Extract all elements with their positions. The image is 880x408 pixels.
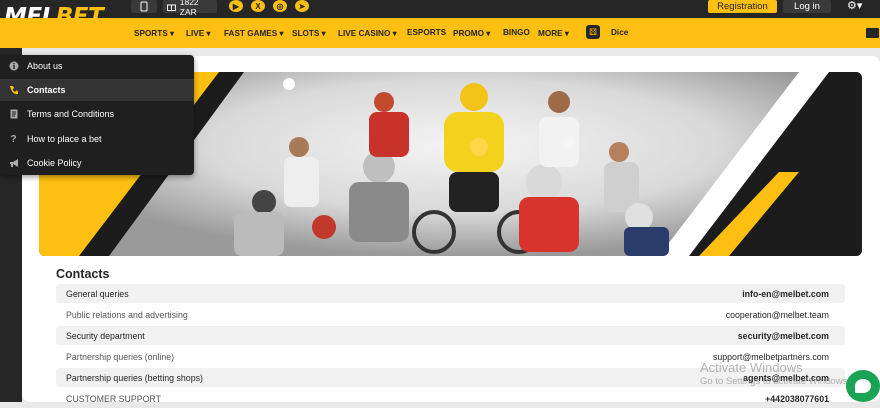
menu-item-label: Cookie Policy <box>27 158 82 168</box>
nav-slots[interactable]: SLOTS ▾ <box>292 28 326 38</box>
nav-bingo[interactable]: BINGO <box>503 28 530 37</box>
contacts-heading: Contacts <box>56 267 110 281</box>
contact-email-link[interactable]: info-en@melbet.com <box>742 289 829 299</box>
login-button[interactable]: Log in <box>783 0 831 13</box>
contact-row: Security department security@melbet.com <box>56 326 845 345</box>
nav-more[interactable]: MORE ▾ <box>538 28 569 38</box>
nav-promo[interactable]: PROMO ▾ <box>453 28 490 38</box>
info-icon <box>8 61 19 72</box>
menu-item-label: Terms and Conditions <box>27 109 115 119</box>
contact-row: CUSTOMER SUPPORT +442038077601 <box>56 389 845 408</box>
contact-phone-link[interactable]: +442038077601 <box>765 394 829 404</box>
windows-activation-subtext: Go to Settings to activate Windows. <box>700 376 850 387</box>
menu-item-contacts[interactable]: Contacts <box>0 79 194 101</box>
registration-button[interactable]: Registration <box>708 0 777 13</box>
live-chat-button[interactable] <box>846 370 880 402</box>
settings-gear-icon[interactable]: ⚙▾ <box>847 0 862 12</box>
nav-dice[interactable]: Dice <box>611 28 628 37</box>
contact-label: Partnership queries (betting shops) <box>66 372 203 383</box>
menu-item-label: How to place a bet <box>27 134 102 144</box>
youtube-icon[interactable]: ▶ <box>229 0 243 12</box>
contact-label: Public relations and advertising <box>66 309 188 320</box>
contact-label: Partnership queries (online) <box>66 351 175 362</box>
balance-button[interactable]: 1822 ZAR <box>163 0 217 17</box>
balance-amount: 1822 ZAR <box>179 0 199 17</box>
mobile-app-button[interactable] <box>131 0 157 13</box>
phone-icon <box>140 1 148 12</box>
contact-label: Security department <box>66 330 145 341</box>
megaphone-icon <box>8 158 19 169</box>
chat-bubble-icon <box>855 379 871 393</box>
contact-email-link[interactable]: security@melbet.com <box>738 331 829 341</box>
question-icon: ? <box>10 133 17 145</box>
gift-icon <box>167 4 176 11</box>
instagram-icon[interactable]: ◎ <box>273 0 287 12</box>
contact-row: General queries info-en@melbet.com <box>56 284 845 303</box>
menu-item-terms[interactable]: Terms and Conditions <box>0 103 194 125</box>
phone-icon <box>8 85 19 96</box>
menu-item-label: About us <box>27 61 63 71</box>
document-icon <box>8 109 19 120</box>
nav-live-casino[interactable]: LIVE CASINO ▾ <box>338 28 397 38</box>
dice-icon[interactable]: ⚄ <box>586 25 600 39</box>
contact-label: General queries <box>66 288 129 299</box>
nav-fast-games[interactable]: FAST GAMES ▾ <box>224 28 284 38</box>
telegram-icon[interactable]: ➤ <box>295 0 309 12</box>
menu-item-cookie-policy[interactable]: Cookie Policy <box>0 152 194 174</box>
contact-row: Public relations and advertising coopera… <box>56 305 845 324</box>
info-dropdown-menu: About us Contacts Terms and Conditions ?… <box>0 55 194 175</box>
nav-esports[interactable]: ESPORTS <box>407 28 446 37</box>
menu-item-how-to-bet[interactable]: ? How to place a bet <box>0 128 194 150</box>
nav-sports[interactable]: SPORTS ▾ <box>134 28 174 38</box>
nav-live[interactable]: LIVE ▾ <box>186 28 211 38</box>
book-icon[interactable] <box>866 28 879 38</box>
contact-email-link[interactable]: cooperation@melbet.team <box>726 310 829 320</box>
contact-label: CUSTOMER SUPPORT <box>66 393 161 404</box>
menu-item-about-us[interactable]: About us <box>0 55 194 77</box>
x-icon[interactable]: X <box>251 0 265 12</box>
windows-activation-watermark: Activate Windows <box>700 360 803 375</box>
menu-item-label: Contacts <box>27 85 66 95</box>
